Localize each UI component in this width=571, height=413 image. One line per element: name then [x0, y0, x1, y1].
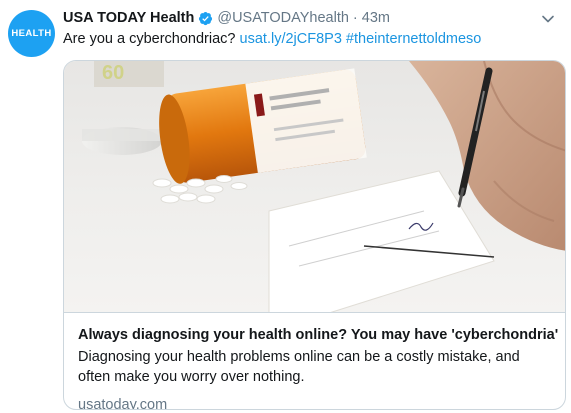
- card-description: Diagnosing your health problems online c…: [78, 349, 520, 385]
- svg-text:60: 60: [102, 62, 124, 84]
- link-card[interactable]: 60 Always diagnosing your health online?…: [63, 60, 566, 410]
- avatar-label: HEALTH: [11, 28, 52, 39]
- tweet-hashtag[interactable]: #theinternettoldmeso: [346, 31, 481, 47]
- display-name[interactable]: USA TODAY Health: [63, 10, 194, 26]
- tweet-text: Are you a cyberchondriac? usat.ly/2jCF8P…: [63, 29, 561, 49]
- tweet[interactable]: HEALTH USA TODAY Health @USATODAYhealth …: [0, 0, 571, 413]
- card-image[interactable]: 60: [64, 61, 565, 313]
- separator-dot: ·: [352, 10, 358, 26]
- user-handle[interactable]: @USATODAYhealth: [217, 10, 349, 26]
- prescription-pills-photo-icon: 60: [82, 61, 565, 312]
- tweet-header: USA TODAY Health @USATODAYhealth · 43m: [63, 8, 561, 28]
- card-title[interactable]: Always diagnosing your health online? Yo…: [78, 325, 558, 345]
- avatar[interactable]: HEALTH: [8, 10, 55, 57]
- card-body: Always diagnosing your health online? Yo…: [64, 313, 565, 410]
- tweet-content: USA TODAY Health @USATODAYhealth · 43m A…: [63, 8, 561, 49]
- timestamp[interactable]: 43m: [362, 10, 390, 26]
- verified-badge-icon: [198, 11, 213, 26]
- card-domain: usatoday.com: [78, 397, 168, 410]
- chevron-down-icon[interactable]: [539, 10, 557, 28]
- tweet-text-plain: Are you a cyberchondriac?: [63, 31, 236, 47]
- tweet-link[interactable]: usat.ly/2jCF8P3: [240, 31, 342, 47]
